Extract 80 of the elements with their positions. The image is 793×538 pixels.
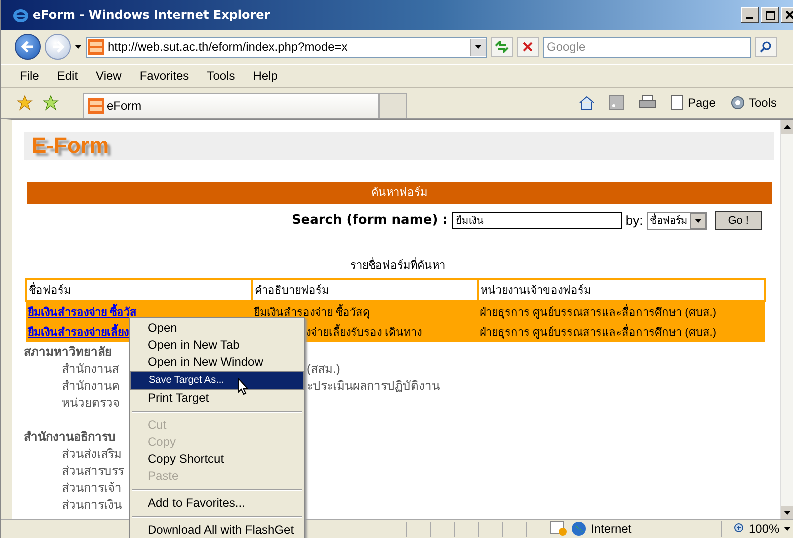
table-cell: ฝ่ายธุรการ ศูนย์บรรณสารและสื่อการศึกษา (ศบส.) xyxy=(478,322,765,342)
back-arrow-icon xyxy=(21,40,35,54)
form-name-field[interactable]: ยืมเงิน xyxy=(452,212,622,229)
page-menu[interactable]: Page xyxy=(670,95,716,111)
unit-name: ส่วนส่งเสริม xyxy=(61,446,122,463)
scroll-up-icon[interactable] xyxy=(784,125,790,129)
site-logo: E-Form xyxy=(32,133,109,159)
context-menu-item[interactable]: Download All with FlashGet xyxy=(130,522,304,538)
minimize-button[interactable] xyxy=(741,7,759,23)
address-field[interactable]: http://web.sut.ac.th/eform/index.php?mode=x xyxy=(86,36,487,58)
security-zone: Internet xyxy=(571,521,722,537)
maximize-button[interactable] xyxy=(761,7,779,23)
search-label: Search (form name) : xyxy=(292,213,448,228)
unit-name: สำนักงานส xyxy=(61,361,119,378)
browser-logo-icon xyxy=(13,7,29,23)
column-header: ชื่อฟอร์ม xyxy=(26,279,252,301)
unit-name: ะประเมินผลการปฏิบัติงาน xyxy=(307,378,440,395)
unit-name: ส่วนสารบรร xyxy=(61,463,124,480)
caret-icon xyxy=(784,527,791,531)
tools-menu[interactable]: Tools xyxy=(730,95,777,111)
caret-icon xyxy=(475,45,482,49)
section-heading: สภามหาวิทยาลัย xyxy=(24,344,112,361)
globe-icon xyxy=(571,521,587,537)
unit-name: (สสม.) xyxy=(307,361,340,378)
context-menu-item[interactable]: Copy Shortcut xyxy=(130,451,304,468)
browser-tab[interactable]: eForm xyxy=(83,93,379,118)
menu-item[interactable]: Tools xyxy=(198,69,244,83)
unit-name: ส่วนการเงิน xyxy=(61,497,122,514)
menu-item[interactable]: Favorites xyxy=(130,69,198,83)
zoom-control[interactable]: 100% xyxy=(733,522,791,536)
menu-item[interactable]: Help xyxy=(244,69,287,83)
search-icon xyxy=(760,41,772,53)
context-menu-item[interactable]: Save Target As... xyxy=(130,371,304,390)
search-button[interactable] xyxy=(755,37,777,57)
menu-item[interactable]: Edit xyxy=(48,69,88,83)
zoom-icon xyxy=(733,523,745,535)
scroll-down-icon[interactable] xyxy=(784,511,790,515)
refresh-icon xyxy=(495,41,509,53)
caret-icon xyxy=(694,218,702,222)
unit-name: หน่วยตรวจ xyxy=(61,395,120,412)
go-button[interactable]: Go ! xyxy=(715,211,762,230)
warning-icon[interactable] xyxy=(550,521,568,537)
close-icon xyxy=(786,11,793,19)
unit-name: ส่วนการเจ้า xyxy=(61,480,122,497)
add-favorite-icon[interactable] xyxy=(43,95,59,111)
menu-item[interactable]: File xyxy=(11,69,48,83)
unit-name: สำนักงานค xyxy=(61,378,120,395)
page-icon xyxy=(670,95,685,111)
search-by-select[interactable]: ชื่อฟอร์ม xyxy=(647,212,708,230)
dropdown-icon[interactable] xyxy=(75,45,82,49)
site-icon xyxy=(88,39,104,55)
back-button[interactable] xyxy=(15,34,41,60)
address-dropdown-button[interactable] xyxy=(470,38,486,56)
context-menu-item[interactable]: Print Target xyxy=(130,390,304,407)
print-icon[interactable] xyxy=(638,95,657,111)
column-header: หน่วยงานเจ้าของฟอร์ม xyxy=(478,279,765,301)
mouse-pointer-icon xyxy=(238,378,249,395)
star-icon[interactable] xyxy=(17,95,33,111)
context-menu-item[interactable]: Open in New Window xyxy=(130,354,304,371)
home-icon[interactable] xyxy=(578,95,595,111)
results-title: รายชื่อฟอร์มที่ค้นหา xyxy=(24,256,772,274)
by-label: by: xyxy=(626,213,644,228)
scrollbar[interactable] xyxy=(780,120,793,520)
feed-icon[interactable] xyxy=(608,95,625,111)
table-cell: ยืมเงินสำรองจ่าย ซื้อวัสดุ xyxy=(252,301,478,322)
column-header: คำอธิบายฟอร์ม xyxy=(252,279,478,301)
menu-item[interactable]: View xyxy=(87,69,131,83)
search-field[interactable]: Google xyxy=(543,36,751,58)
window-title: eForm - Windows Internet Explorer xyxy=(33,8,272,22)
section-heading: สำนักงานอธิการบ xyxy=(24,429,116,446)
stop-button[interactable] xyxy=(517,37,539,57)
gear-icon xyxy=(730,95,746,111)
context-menu-item[interactable]: Add to Favorites... xyxy=(130,495,304,512)
maximize-icon xyxy=(766,10,774,20)
section-banner: ค้นหาฟอร์ม xyxy=(27,182,772,204)
refresh-button[interactable] xyxy=(491,37,513,57)
table-cell: ฝ่ายธุรการ ศูนย์บรรณสารและสื่อการศึกษา (ศบส.) xyxy=(478,301,765,322)
stop-icon xyxy=(523,42,533,52)
site-icon xyxy=(88,98,104,114)
forward-arrow-icon xyxy=(51,40,65,54)
